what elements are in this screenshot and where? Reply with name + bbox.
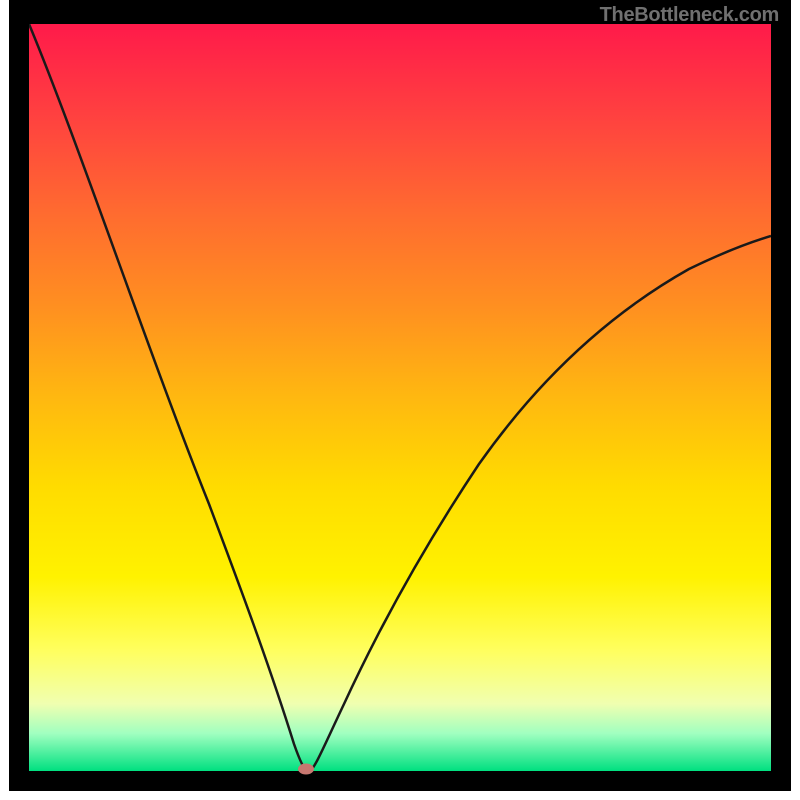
chart-frame: TheBottleneck.com [9,0,791,791]
bottleneck-curve [29,24,771,771]
optimum-marker [298,764,314,775]
curve-svg [29,24,771,771]
chart-container: TheBottleneck.com [0,0,800,800]
plot-area [29,24,771,771]
